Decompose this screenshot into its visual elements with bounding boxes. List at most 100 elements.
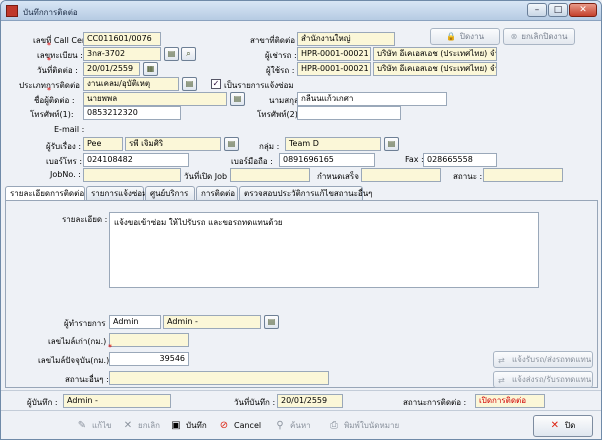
print-appointment-button[interactable]: ⎙ พิมพ์ใบนัดหมาย	[327, 416, 399, 436]
tab-status-history[interactable]: ตรวจสอบประวัติการแก้ไขสถานะอื่นๆ	[239, 186, 372, 201]
coordinator-lookup-button[interactable]: ▤	[224, 137, 239, 151]
cancel-document-label: ยกเลิก	[138, 421, 161, 430]
operator-name-input[interactable]: Admin -	[163, 315, 261, 329]
minimize-button[interactable]: –	[527, 3, 547, 17]
user-label: ผู้ใช้รถ :	[266, 66, 295, 75]
repair-checkbox[interactable]: ✓	[211, 79, 221, 89]
mobile-label: เบอร์มือถือ :	[231, 157, 273, 166]
user-name-input[interactable]: บริษัท อีเคเอสเอช (ประเทศไทย) จำกัด	[373, 62, 497, 76]
contact-name-lookup-button[interactable]: ▤	[230, 92, 245, 106]
maximize-button[interactable]: □	[548, 3, 568, 17]
plate-lookup-button[interactable]: ▤	[164, 47, 179, 61]
fax-input[interactable]: 028665558	[423, 153, 497, 167]
record-date-label: วันที่บันทึก :	[234, 398, 276, 407]
group-label: กลุ่ม :	[259, 142, 280, 151]
detail-textarea[interactable]: แจ้งขอเข้าซ่อม ให้ไปรับรถ และขอรถทดแทนด้…	[109, 212, 539, 288]
cancel-icon: ⊘	[219, 420, 229, 431]
contact-branch-label: สาขาที่ติดต่อ :	[250, 36, 301, 45]
renter-label: ผู้เช่ารถ :	[265, 51, 297, 60]
cancel-button[interactable]: ⊘ Cancel	[217, 416, 261, 436]
due-date-input[interactable]	[361, 168, 441, 182]
recorder-input: Admin -	[63, 394, 171, 408]
operator-label: ผู้ทำรายการ :	[64, 319, 111, 328]
contact-type-label: ประเภทการติดต่อ :	[19, 81, 86, 90]
plate-label: เลขทะเบียน :	[37, 51, 83, 60]
close-label: ปิด	[565, 421, 576, 430]
job-open-date-input[interactable]	[230, 168, 310, 182]
contact-type-input[interactable]: งานเคลม/อุบัติเหตุ	[83, 77, 179, 91]
coordinator-code-input[interactable]: Pee	[83, 137, 123, 151]
tab-repair-list[interactable]: รายการแจ้งซ่อม	[86, 186, 147, 201]
edit-label: แก้ไข	[92, 421, 112, 430]
contact-record-window: บันทึกการติดต่อ – □ ✕ 🔒 ปิดงาน ⊗ ยกเลิกปิด…	[0, 0, 602, 440]
lock-icon: 🔒	[445, 32, 456, 41]
car-icon: ⇄	[498, 356, 505, 365]
office-phone-label: เบอร์โทร :	[46, 157, 83, 166]
close-icon: ✕	[550, 420, 560, 431]
job-status-input[interactable]	[483, 168, 563, 182]
group-lookup-button[interactable]: ▤	[384, 137, 399, 151]
cancel-close-job-button[interactable]: ⊗ ยกเลิกปิดงาน	[503, 28, 575, 45]
renter-code-input[interactable]: HPR-0001-00021	[297, 47, 371, 61]
group-input[interactable]: Team D	[285, 137, 381, 151]
call-center-input[interactable]: CC011601/0076	[83, 32, 161, 46]
calendar-button[interactable]: ▦	[143, 62, 158, 76]
save-label: บันทึก	[186, 421, 207, 430]
binoculars-icon: ⚲	[276, 420, 284, 431]
cancel-icon: ⊗	[510, 32, 518, 41]
cancel-label: Cancel	[234, 421, 262, 430]
office-phone-input[interactable]: 024108482	[83, 153, 189, 167]
coordinator-label: ผู้รับเรื่อง :	[46, 142, 82, 151]
current-mileage-input[interactable]: 39546	[109, 352, 189, 366]
job-no-input[interactable]	[83, 168, 181, 182]
close-button[interactable]: ✕ ปิด	[533, 415, 593, 437]
tab-contacts[interactable]: การติดต่อ	[196, 186, 238, 201]
window-close-button[interactable]: ✕	[569, 3, 597, 17]
surname-input[interactable]: กลีนนแก้วเกศา	[297, 92, 447, 106]
save-button[interactable]: ▣ บันทึก	[169, 416, 207, 436]
search-button[interactable]: ⚲ ค้นหา	[273, 416, 310, 436]
x-icon: ✕	[123, 420, 133, 431]
car-icon: ⇄	[498, 376, 505, 385]
coordinator-name-input[interactable]: รพี เจิมศิริ	[125, 137, 221, 151]
plate-input[interactable]: 3กส-3702	[83, 47, 161, 61]
old-mileage-input[interactable]	[109, 333, 189, 347]
repair-checkbox-label: เป็นรายการแจ้งซ่อม	[224, 81, 294, 90]
contact-detail-panel: รายละเอียด : แจ้งขอเข้าซ่อม ให้ไปรับรถ แ…	[5, 200, 598, 388]
user-code-input[interactable]: HPR-0001-00021	[297, 62, 371, 76]
operator-code-input[interactable]: Admin	[109, 315, 161, 329]
close-job-button[interactable]: 🔒 ปิดงาน	[430, 28, 500, 45]
plate-search-button[interactable]: ⌕	[181, 47, 196, 61]
detail-label: รายละเอียด :	[62, 215, 108, 224]
required-mark: *	[108, 343, 112, 352]
title-bar[interactable]: บันทึกการติดต่อ – □ ✕	[1, 1, 601, 21]
due-date-label: กำหนดเสร็จ :	[317, 172, 365, 181]
tab-service-center[interactable]: ศูนย์บริการ	[145, 186, 195, 201]
contact-name-input[interactable]: นายพพล	[83, 92, 227, 106]
current-mileage-label: เลขไมล์ปัจจุบัน(กม.) :	[38, 356, 115, 365]
action-bar: ✎ แก้ไข ✕ ยกเลิก ▣ บันทึก ⊘ Cancel ⚲ ค้นหา ⎙ พ…	[1, 410, 601, 439]
job-no-label: JobNo. :	[50, 170, 81, 179]
contact-type-lookup-button[interactable]: ▤	[182, 77, 197, 91]
cancel-document-button[interactable]: ✕ ยกเลิก	[121, 416, 160, 436]
other-status-label: สถานะอื่นๆ :	[65, 375, 109, 384]
renter-name-input[interactable]: บริษัท อีเคเอสเอช (ประเทศไทย) จำกัด	[373, 47, 497, 61]
magnifier-icon: ⌕	[186, 49, 191, 58]
send-car-button[interactable]: ⇄ แจ้งส่งรถ/รับรถทดแทน	[493, 371, 593, 388]
email-label: E-mail :	[54, 125, 85, 134]
contact-date-input[interactable]: 20/01/2559	[83, 62, 140, 76]
operator-lookup-button[interactable]: ▤	[264, 315, 279, 329]
printer-icon: ⎙	[330, 420, 338, 431]
other-status-input[interactable]	[109, 371, 329, 385]
edit-button[interactable]: ✎ แก้ไข	[75, 416, 112, 436]
phone2-input[interactable]	[297, 106, 401, 120]
phone1-input[interactable]: 0853212320	[83, 106, 181, 120]
print-appointment-label: พิมพ์ใบนัดหมาย	[344, 421, 400, 430]
floppy-disk-icon: ▣	[171, 420, 181, 431]
mobile-input[interactable]: 0891696165	[279, 153, 375, 167]
window-title: บันทึกการติดต่อ	[23, 8, 78, 17]
contact-name-label: ชื่อผู้ติดต่อ :	[34, 96, 75, 105]
folder-icon: ▤	[267, 317, 276, 326]
contact-branch-input[interactable]: สำนักงานใหญ่	[297, 32, 395, 46]
receive-car-button[interactable]: ⇄ แจ้งรับรถ/ส่งรถทดแทน	[493, 351, 593, 368]
